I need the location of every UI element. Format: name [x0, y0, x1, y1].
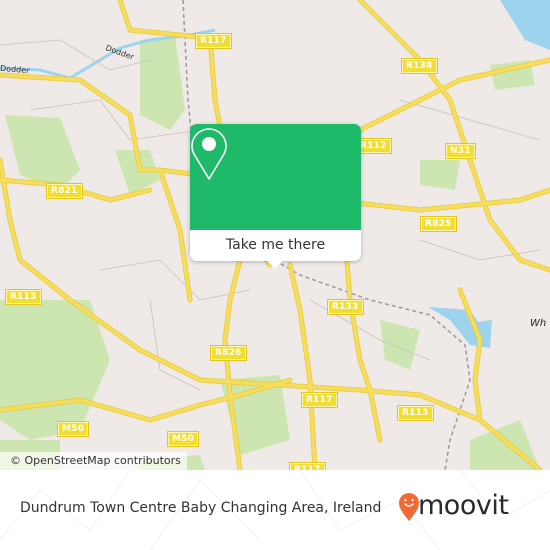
bay-water — [500, 0, 550, 50]
road-shield: R112 — [356, 139, 391, 153]
location-popup: Take me there — [190, 124, 361, 269]
location-title: Dundrum Town Centre Baby Changing Area, … — [20, 500, 382, 516]
road-shield: R113 — [398, 406, 433, 420]
park-area — [140, 35, 185, 130]
map-pin-icon — [191, 128, 227, 180]
park-area — [380, 320, 420, 370]
road-shield: M50 — [58, 422, 89, 436]
park-area — [420, 160, 460, 190]
map[interactable]: Dodder Dodder Wh R117 R138 R821 R112 N31… — [0, 0, 550, 470]
road-shield: R117 — [302, 393, 337, 407]
reservoir — [428, 307, 492, 348]
moovit-logo-icon — [399, 493, 419, 521]
road-shield: R138 — [402, 59, 437, 73]
road-shield: R133 — [328, 300, 363, 314]
road-shield: R825 — [421, 217, 456, 231]
place-label: Wh — [530, 318, 547, 329]
road-shield: N31 — [446, 144, 475, 158]
popup-pointer — [266, 259, 284, 269]
popup-header — [190, 124, 361, 230]
road-shield: R117 — [290, 463, 325, 470]
footer: Dundrum Town Centre Baby Changing Area, … — [0, 470, 550, 550]
road-shield: M50 — [168, 432, 199, 446]
map-attribution[interactable]: © OpenStreetMap contributors — [0, 452, 187, 470]
take-me-there-button[interactable]: Take me there — [190, 230, 361, 261]
road-shield: R113 — [6, 290, 41, 304]
park-area — [5, 115, 80, 190]
road-shield: R117 — [196, 34, 231, 48]
road-shield: R821 — [47, 184, 82, 198]
road-shield: R826 — [211, 346, 246, 360]
park-area — [0, 300, 110, 440]
moovit-brand: moovit — [418, 490, 509, 521]
